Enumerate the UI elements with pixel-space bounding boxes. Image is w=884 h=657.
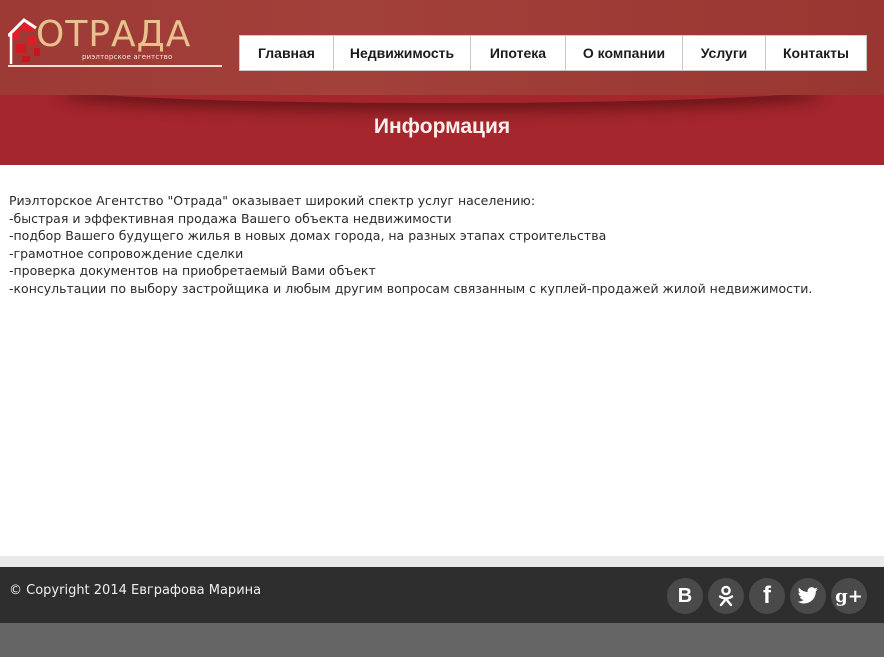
odnoklassniki-glyph <box>718 585 734 607</box>
bottom-bar <box>0 623 884 657</box>
logo-subtitle: риэлторское агентство <box>82 53 173 61</box>
site-header: ОТРАДА риэлторское агентство Главная Нед… <box>0 0 884 95</box>
twitter-glyph <box>797 587 818 604</box>
footer-divider <box>0 556 884 567</box>
page-title: Информация <box>373 115 511 138</box>
site-footer: © Copyright 2014 Евграфова Марина В f g+ <box>0 567 884 623</box>
info-line: -грамотное сопровождение сделки <box>9 245 244 261</box>
social-links: В f g+ <box>667 578 872 614</box>
odnoklassniki-icon[interactable] <box>708 578 744 614</box>
google-plus-glyph: g+ <box>835 585 863 607</box>
info-intro: Риэлторское Агентство "Отрада" оказывает… <box>9 193 536 208</box>
vk-icon[interactable]: В <box>667 578 703 614</box>
info-line: -быстрая и эффективная продажа Вашего об… <box>9 210 452 226</box>
logo-wordmark: ОТРАДА <box>36 14 192 55</box>
banner-shadow <box>60 95 824 103</box>
nav-item-services[interactable]: Услуги <box>682 35 766 71</box>
nav-item-real-estate[interactable]: Недвижимость <box>333 35 471 71</box>
vk-glyph: В <box>677 584 693 607</box>
nav-item-contacts[interactable]: Контакты <box>765 35 867 71</box>
copyright-text: © Copyright 2014 Евграфова Марина <box>9 583 262 598</box>
info-content: Риэлторское Агентство "Отрада" оказывает… <box>9 192 869 298</box>
logo-underline <box>8 65 222 67</box>
facebook-icon[interactable]: f <box>749 578 785 614</box>
nav-item-home[interactable]: Главная <box>239 35 334 71</box>
info-line: -подбор Вашего будущего жилья в новых до… <box>9 228 607 244</box>
page-banner: Информация <box>0 95 884 165</box>
site-logo[interactable]: ОТРАДА риэлторское агентство <box>8 14 224 72</box>
twitter-icon[interactable] <box>790 578 826 614</box>
facebook-glyph: f <box>763 582 771 609</box>
nav-item-mortgage[interactable]: Ипотека <box>470 35 566 71</box>
info-line: -проверка документов на приобретаемый Ва… <box>9 263 376 279</box>
nav-item-about[interactable]: О компании <box>565 35 683 71</box>
main-nav: Главная Недвижимость Ипотека О компании … <box>239 35 867 71</box>
google-plus-icon[interactable]: g+ <box>831 578 867 614</box>
info-line: -консультации по выбору застройщика и лю… <box>9 280 813 296</box>
